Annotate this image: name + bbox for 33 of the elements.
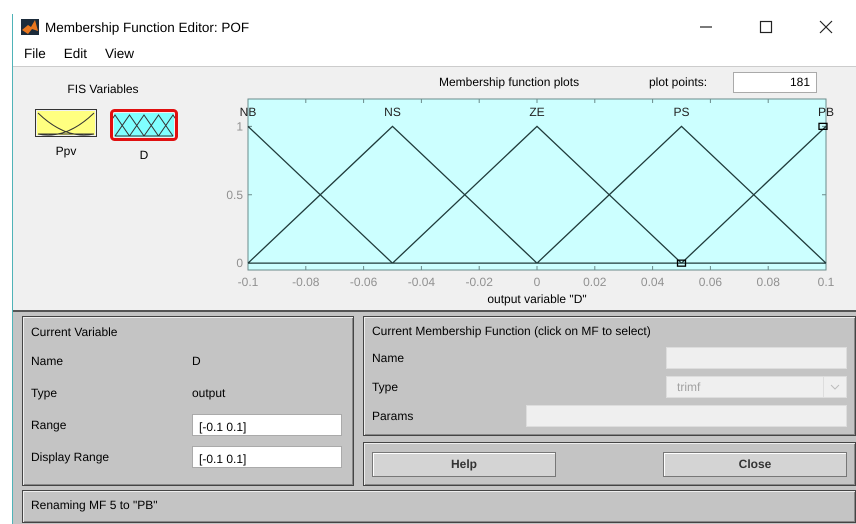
field-value: output xyxy=(192,386,226,400)
x-tick-label: 0.06 xyxy=(698,275,722,289)
x-tick-label: 0.08 xyxy=(756,275,780,289)
x-tick-label: -0.04 xyxy=(408,275,436,289)
x-tick-label: -0.1 xyxy=(238,275,258,289)
y-tick-label: 1 xyxy=(236,119,243,134)
status-message: Renaming MF 5 to "PB" xyxy=(31,498,158,512)
section-title: FIS Variables xyxy=(66,82,140,96)
field-label: Range xyxy=(31,418,68,432)
variable-label: D xyxy=(140,148,148,162)
field-label: Type xyxy=(372,380,400,394)
plot-points-label: plot points: xyxy=(649,75,708,89)
x-tick-label: 0 xyxy=(534,275,540,289)
field-label: Name xyxy=(31,354,64,368)
panel-title: Current Membership Function (click on MF to select) xyxy=(372,323,652,340)
x-tick-label: 0.02 xyxy=(583,275,606,289)
window-title: Membership Function Editor: POF xyxy=(45,20,250,34)
y-tick-label: 0.5 xyxy=(226,188,243,202)
x-tick-label: -0.08 xyxy=(292,275,320,289)
field-label: Name xyxy=(372,350,406,364)
x-tick-label: -0.06 xyxy=(350,275,378,289)
x-tick-label: 0.1 xyxy=(818,275,834,289)
x-tick-label: 0.04 xyxy=(640,275,664,289)
x-tick-label: -0.02 xyxy=(466,275,493,289)
panel-title: Current Variable xyxy=(31,324,118,341)
x-axis-label: output variable "D" xyxy=(487,292,587,306)
variable-label: Ppv xyxy=(56,144,76,158)
plot-title: Membership function plots xyxy=(439,75,580,89)
field-label: Display Range xyxy=(31,450,110,464)
field-value: D xyxy=(192,354,201,368)
y-tick-label: 0 xyxy=(236,256,243,270)
field-label: Type xyxy=(31,386,58,400)
field-label: Params xyxy=(372,408,414,422)
